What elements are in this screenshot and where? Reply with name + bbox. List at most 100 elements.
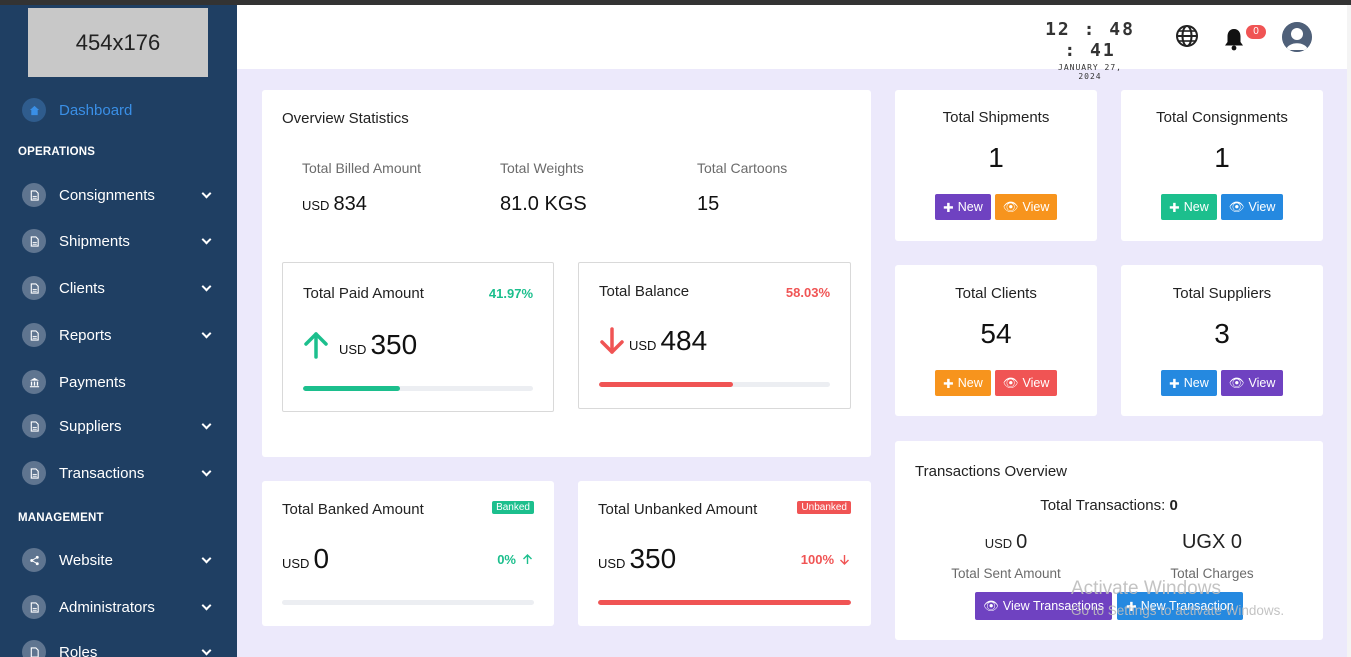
arrow-up-icon: [523, 554, 532, 564]
button-label: New: [957, 200, 983, 214]
top-border: [0, 0, 1351, 5]
button-label: View: [1248, 200, 1276, 214]
button-label: View: [1248, 376, 1276, 390]
view-suppliers-button[interactable]: 👁 View: [1221, 370, 1283, 396]
sidebar-item-suppliers[interactable]: Suppliers: [22, 413, 222, 439]
shipments-title: Total Shipments: [942, 109, 1050, 126]
balance-label: Total Balance: [599, 283, 690, 300]
chevron-down-icon: [201, 466, 212, 477]
document-icon: [22, 323, 46, 347]
paid-progress-fill: [303, 386, 400, 391]
clients-count: 54: [980, 318, 1012, 349]
new-consignment-button[interactable]: ✚ New: [1161, 194, 1217, 220]
new-supplier-button[interactable]: ✚ New: [1161, 370, 1217, 396]
bank-icon: [22, 370, 46, 394]
bell-icon[interactable]: [1223, 27, 1245, 51]
paid-label: Total Paid Amount: [303, 285, 424, 302]
sidebar-item-label: Reports: [59, 326, 112, 344]
sidebar-item-transactions[interactable]: Transactions: [22, 460, 222, 486]
new-client-button[interactable]: ✚ New: [935, 370, 991, 396]
overview-title: Overview Statistics: [282, 110, 409, 127]
chevron-down-icon: [201, 645, 212, 656]
plus-icon: ✚: [1169, 200, 1180, 215]
sidebar-item-roles[interactable]: Roles: [22, 639, 222, 657]
eye-icon: 👁: [1228, 199, 1245, 214]
logo-placeholder: 454x176: [28, 8, 208, 77]
activate-windows-title: Activate Windows: [1071, 578, 1221, 599]
button-label: New: [1183, 200, 1209, 214]
view-clients-button[interactable]: 👁 View: [995, 370, 1057, 396]
activate-windows-subtitle: Go to Settings to activate Windows.: [1071, 603, 1285, 618]
avatar[interactable]: [1282, 22, 1312, 52]
sidebar-item-website[interactable]: Website: [22, 547, 222, 573]
sidebar-item-reports[interactable]: Reports: [22, 322, 222, 348]
banked-amount: 0: [313, 543, 330, 574]
banked-value: USD 0: [282, 543, 329, 575]
plus-icon: ✚: [943, 200, 954, 215]
view-consignments-button[interactable]: 👁 View: [1221, 194, 1283, 220]
eye-icon: 👁: [1002, 375, 1019, 390]
weights-value: 81.0 KGS: [500, 193, 587, 215]
chevron-down-icon: [201, 419, 212, 430]
balance-card: Total Balance 58.03% USD 484: [578, 262, 851, 409]
consignments-card: Total Consignments 1 ✚ New 👁 View: [1121, 90, 1323, 241]
sidebar-item-clients[interactable]: Clients: [22, 275, 222, 301]
chevron-down-icon: [201, 234, 212, 245]
globe-icon[interactable]: [1175, 24, 1199, 48]
balance-amount: 484: [660, 325, 708, 356]
cartoons-value: 15: [697, 193, 720, 215]
notification-badge: 0: [1246, 25, 1266, 39]
arrow-down-icon: [840, 555, 849, 565]
paid-currency: USD: [339, 342, 367, 357]
plus-icon: ✚: [1169, 376, 1180, 391]
weights-label: Total Weights: [500, 160, 584, 176]
home-icon: [22, 98, 46, 122]
paid-amount-card: Total Paid Amount 41.97% USD 350: [282, 262, 554, 412]
balance-progress: [599, 382, 830, 387]
chevron-down-icon: [201, 553, 212, 564]
banked-progress: [282, 600, 534, 605]
paid-value: USD 350: [339, 329, 417, 361]
sidebar-item-consignments[interactable]: Consignments: [22, 182, 222, 208]
button-label: New: [957, 376, 983, 390]
sidebar-item-administrators[interactable]: Administrators: [22, 594, 222, 620]
sidebar-item-label: Dashboard: [59, 101, 133, 119]
paid-percent: 41.97%: [488, 286, 533, 301]
sidebar-item-label: Roles: [59, 643, 98, 657]
transactions-total: Total Transactions: 0: [895, 497, 1323, 514]
clock-time: 12 : 48 : 41: [1045, 19, 1135, 61]
arrow-up-icon: [304, 332, 328, 359]
sidebar-item-label: Administrators: [59, 598, 155, 616]
sidebar-item-payments[interactable]: Payments: [22, 369, 222, 395]
eye-icon: 👁: [1228, 375, 1245, 390]
banked-percent: 0%: [497, 552, 516, 567]
view-shipments-button[interactable]: 👁 View: [995, 194, 1057, 220]
sidebar-item-dashboard[interactable]: Dashboard: [22, 97, 222, 123]
new-shipment-button[interactable]: ✚ New: [935, 194, 991, 220]
section-management: MANAGEMENT: [18, 512, 104, 524]
document-icon: [22, 183, 46, 207]
unbanked-value: USD 350: [598, 543, 676, 575]
cartoons-label: Total Cartoons: [697, 160, 788, 176]
unbanked-percent: 100%: [800, 552, 834, 567]
button-label: View: [1022, 200, 1050, 214]
clock: 12 : 48 : 41 JANUARY 27, 2024: [1045, 19, 1135, 81]
suppliers-card: Total Suppliers 3 ✚ New 👁 View: [1121, 265, 1323, 416]
shipments-count: 1: [988, 142, 1004, 173]
sidebar: 454x176 Dashboard OPERATIONS Consignment…: [0, 5, 237, 657]
balance-progress-fill: [599, 382, 734, 387]
unbanked-label: Total Unbanked Amount: [598, 501, 758, 518]
banked-card: Total Banked Amount Banked USD 0 0%: [262, 481, 554, 626]
transactions-title: Transactions Overview: [915, 463, 1067, 480]
share-icon: [22, 548, 46, 572]
banked-currency: USD: [282, 556, 310, 571]
charges-value: UGX 0: [1181, 531, 1243, 553]
top-header: 12 : 48 : 41 JANUARY 27, 2024 0: [237, 5, 1347, 81]
button-label: View: [1022, 376, 1050, 390]
shipments-card: Total Shipments 1 ✚ New 👁 View: [895, 90, 1097, 241]
sidebar-item-shipments[interactable]: Shipments: [22, 228, 222, 254]
page-scrollbar[interactable]: [1347, 5, 1351, 657]
sidebar-item-label: Suppliers: [59, 417, 122, 435]
clock-date: JANUARY 27, 2024: [1058, 63, 1122, 81]
chevron-down-icon: [201, 328, 212, 339]
